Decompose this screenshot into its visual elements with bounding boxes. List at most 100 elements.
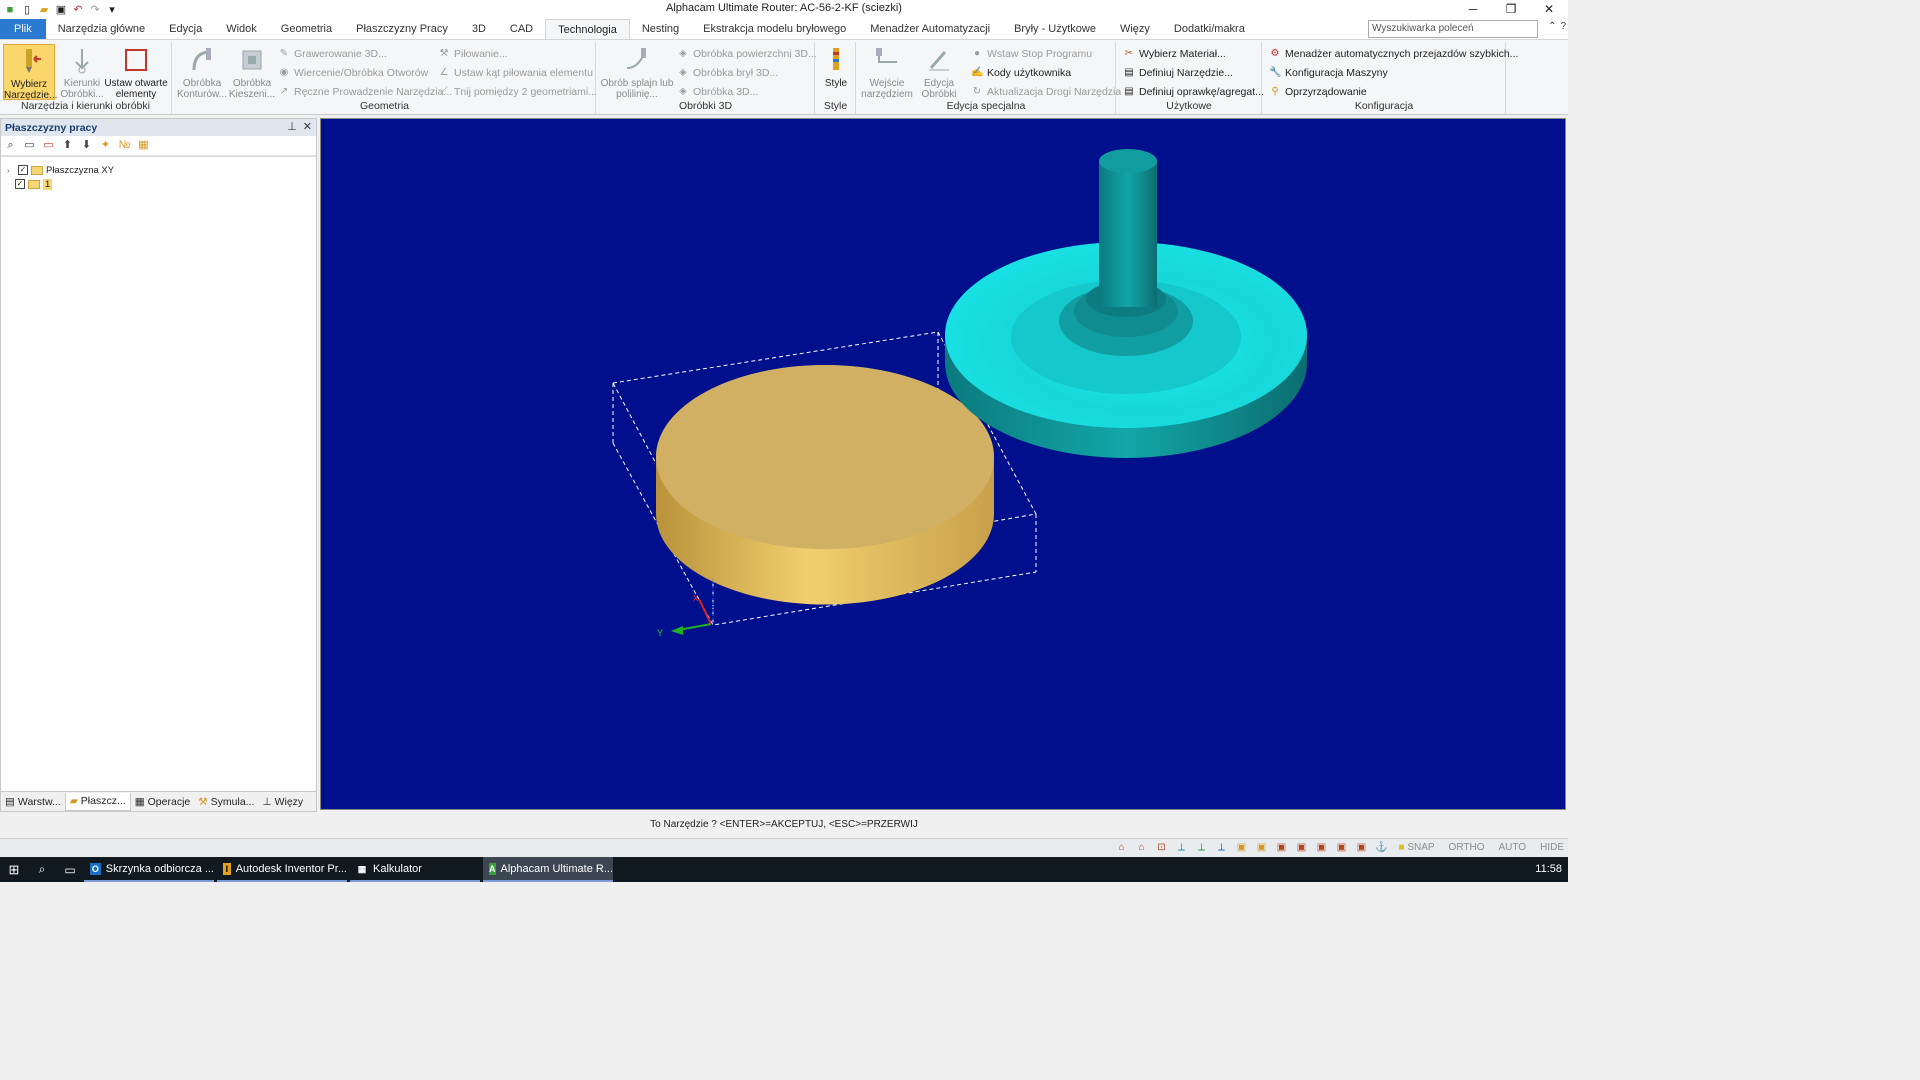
start-icon[interactable]: ⊞ xyxy=(0,862,28,878)
restore-button[interactable]: ❐ xyxy=(1492,0,1530,19)
insert-stop-button[interactable]: ● Wstaw Stop Programu xyxy=(971,46,1092,62)
workpiece-cylinder[interactable] xyxy=(656,365,994,605)
move-down-icon[interactable]: ⬇ xyxy=(80,139,93,152)
tab-bryly-uzytkowe[interactable]: Bryły - Użytkowe xyxy=(1002,19,1108,39)
tab-technologia[interactable]: Technologia xyxy=(545,19,630,39)
delete-plane-icon[interactable]: ▭ xyxy=(42,139,55,152)
machine-config-button[interactable]: 🔧 Konfiguracja Maszyny xyxy=(1269,65,1388,81)
set-open-elements-button[interactable]: Ustaw otwarte elementy xyxy=(104,44,168,100)
select-tool-button[interactable]: Wybierz Narzędzie... xyxy=(3,44,57,101)
select-material-button[interactable]: ✂ Wybierz Materiał... xyxy=(1123,46,1226,62)
layer-4-icon[interactable]: ▣ xyxy=(1295,841,1308,854)
renumber-icon[interactable]: № xyxy=(118,139,131,152)
add-plane-icon[interactable]: ▭ xyxy=(23,139,36,152)
taskbar-app-alphacam[interactable]: A Alphacam Ultimate R... xyxy=(483,857,613,882)
view-iso-icon[interactable]: ⌂ xyxy=(1115,841,1128,854)
layer-3-icon[interactable]: ▣ xyxy=(1275,841,1288,854)
list-icon[interactable]: ▦ xyxy=(137,139,150,152)
taskbar-app-inventor[interactable]: I Autodesk Inventor Pr... xyxy=(217,857,347,882)
search-icon[interactable]: ⌕ xyxy=(28,862,56,877)
define-holder-button[interactable]: ▤ Definiuj oprawkę/agregat... xyxy=(1123,84,1264,100)
expand-icon[interactable]: › xyxy=(7,166,15,175)
anchor-icon[interactable]: ⚓ xyxy=(1375,841,1388,854)
edit-machining-button[interactable]: Edycja Obróbki xyxy=(917,44,961,100)
tab-widok[interactable]: Widok xyxy=(214,19,269,39)
help-icon[interactable]: ? xyxy=(1560,21,1566,32)
solids-3d-button[interactable]: ◈ Obróbka brył 3D... xyxy=(677,65,778,81)
tab-cad[interactable]: CAD xyxy=(498,19,545,39)
minimize-button[interactable]: ─ xyxy=(1454,0,1492,19)
layer-2-icon[interactable]: ▣ xyxy=(1255,841,1268,854)
panel-close-icon[interactable]: ✕ xyxy=(303,120,312,133)
properties-icon[interactable]: ✦ xyxy=(99,139,112,152)
machining-directions-button[interactable]: Kierunki Obróbki... xyxy=(56,44,108,100)
tool-entry-button[interactable]: Wejście narzędziem xyxy=(861,44,913,100)
tab-layers[interactable]: ▤ Warstw... xyxy=(1,793,65,811)
tree-item-1[interactable]: ✓ 1 xyxy=(15,177,53,191)
layer-1-icon[interactable]: ▣ xyxy=(1235,841,1248,854)
hide-toggle[interactable]: HIDE xyxy=(1540,842,1564,853)
note-icon[interactable]: ■ xyxy=(1395,841,1408,854)
taskbar-app-calculator[interactable]: ▦ Kalkulator xyxy=(350,857,480,882)
app-icon[interactable]: ■ xyxy=(3,3,17,17)
tab-operations[interactable]: ▦ Operacje xyxy=(131,793,195,811)
axis-3-icon[interactable]: ⟂ xyxy=(1215,841,1228,854)
undo-icon[interactable]: ↶ xyxy=(71,3,85,17)
qat-dropdown-icon[interactable]: ▾ xyxy=(105,3,119,17)
redo-icon[interactable]: ↷ xyxy=(88,3,102,17)
axis-icon[interactable]: ⟂ xyxy=(1175,841,1188,854)
graphics-viewport[interactable]: Y X xyxy=(320,118,1566,810)
tab-simulation[interactable]: ⚒ Symula... xyxy=(194,793,258,811)
new-file-icon[interactable]: ▯ xyxy=(20,3,34,17)
engrave-3d-button[interactable]: ✎ Grawerowanie 3D... xyxy=(278,46,387,62)
save-icon[interactable]: ▣ xyxy=(54,3,68,17)
view-front-icon[interactable]: ⌂ xyxy=(1135,841,1148,854)
tab-narzedzia-glowne[interactable]: Narzędzia główne xyxy=(46,19,157,39)
tab-menadzer-automatyzacji[interactable]: Menadżer Automatyzacji xyxy=(858,19,1002,39)
tab-wiezy[interactable]: Więzy xyxy=(1108,19,1162,39)
close-button[interactable]: ✕ xyxy=(1530,0,1568,19)
machining-3d-button[interactable]: ◈ Obróbka 3D... xyxy=(677,84,758,100)
saw-angle-button[interactable]: ∠ Ustaw kąt piłowania elementu xyxy=(438,65,593,81)
drilling-button[interactable]: ◉ Wiercenie/Obróbka Otworów xyxy=(278,65,429,81)
ortho-toggle[interactable]: ORTHO xyxy=(1449,842,1485,853)
view-zoom-icon[interactable]: ⊡ xyxy=(1155,841,1168,854)
rapid-manager-button[interactable]: ⚙ Menadżer automatycznych przejazdów szyb… xyxy=(1269,46,1519,62)
plane-1-checkbox[interactable]: ✓ xyxy=(15,179,25,189)
tab-dodatki-makra[interactable]: Dodatki/makra xyxy=(1162,19,1257,39)
pocket-machining-button[interactable]: Obróbka Kieszeni... xyxy=(226,44,278,100)
command-search-input[interactable]: Wyszukiwarka poleceń xyxy=(1368,20,1538,38)
layer-7-icon[interactable]: ▣ xyxy=(1355,841,1368,854)
auto-toggle[interactable]: AUTO xyxy=(1498,842,1526,853)
cut-between-button[interactable]: ⟋ Tnij pomiędzy 2 geometriami... xyxy=(438,84,597,100)
task-view-icon[interactable]: ▭ xyxy=(56,863,84,877)
style-button[interactable]: Style xyxy=(810,44,862,100)
router-tool[interactable] xyxy=(945,149,1307,458)
taskbar-app-outlook[interactable]: O Skrzynka odbiorcza ... xyxy=(84,857,214,882)
tab-plaszczyzny-pracy[interactable]: Płaszczyzny Pracy xyxy=(344,19,460,39)
tab-edycja[interactable]: Edycja xyxy=(157,19,214,39)
update-toolpath-button[interactable]: ↻ Aktualizacja Drogi Narzędzia xyxy=(971,84,1121,100)
open-folder-icon[interactable]: ▰ xyxy=(37,3,51,17)
user-codes-button[interactable]: ✍ Kody użytkownika xyxy=(971,65,1071,81)
tab-plik[interactable]: Plik xyxy=(0,19,46,39)
surface-3d-button[interactable]: ◈ Obróbka powierzchni 3D... xyxy=(677,46,817,62)
layer-5-icon[interactable]: ▣ xyxy=(1315,841,1328,854)
tab-nesting[interactable]: Nesting xyxy=(630,19,691,39)
pin-icon[interactable]: ⊥ xyxy=(287,120,297,133)
tab-geometria[interactable]: Geometria xyxy=(269,19,344,39)
fixtures-button[interactable]: ⚲ Oprzyrządowanie xyxy=(1269,84,1366,100)
binoculars-icon[interactable]: ⌕ xyxy=(4,139,17,152)
sawing-button[interactable]: ⚒ Piłowanie... xyxy=(438,46,508,62)
axis-2-icon[interactable]: ⟂ xyxy=(1195,841,1208,854)
contour-machining-button[interactable]: Obróbka Konturów... xyxy=(176,44,228,100)
snap-toggle[interactable]: SNAP xyxy=(1407,842,1434,853)
spline-machining-button[interactable]: Obrób splajn lub polilinię... xyxy=(599,44,675,100)
tab-constraints[interactable]: ⊥ Więzy xyxy=(258,793,307,811)
tab-ekstrakcja[interactable]: Ekstrakcja modelu bryłowego xyxy=(691,19,858,39)
tab-workplanes[interactable]: ▰ Płaszcz... xyxy=(64,792,131,811)
define-tool-button[interactable]: ▤ Definiuj Narzędzie... xyxy=(1123,65,1233,81)
tree-item-plane-xy[interactable]: › ✓ Płaszczyzna XY xyxy=(7,163,114,177)
manual-toolpath-button[interactable]: ↗ Ręczne Prowadzenie Narzędzia... xyxy=(278,84,452,100)
plane-xy-checkbox[interactable]: ✓ xyxy=(18,165,28,175)
